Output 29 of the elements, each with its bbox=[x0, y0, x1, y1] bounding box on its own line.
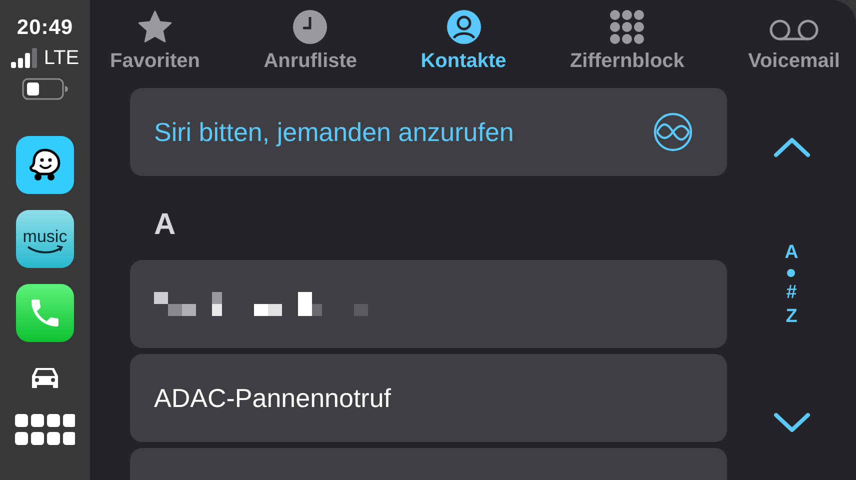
signal-icon bbox=[10, 48, 39, 68]
car-icon[interactable] bbox=[30, 366, 60, 390]
contact-row[interactable]: ADAC-Pannennotruf bbox=[130, 354, 727, 442]
contact-row[interactable] bbox=[130, 260, 727, 348]
siri-icon bbox=[653, 112, 693, 152]
index-dot[interactable] bbox=[787, 269, 796, 277]
star-icon bbox=[137, 10, 174, 44]
tab[interactable]: Favoriten bbox=[104, 0, 206, 88]
clock-icon bbox=[293, 10, 328, 44]
tab[interactable]: Voicemail bbox=[742, 0, 846, 88]
phone-app-icon[interactable] bbox=[16, 284, 74, 342]
tab[interactable]: Kontakte bbox=[414, 0, 512, 88]
waze-app-icon[interactable] bbox=[16, 136, 74, 194]
music-app-icon[interactable]: music bbox=[16, 210, 74, 268]
siri-call-button[interactable]: Siri bitten, jemanden anzurufen bbox=[130, 88, 727, 176]
index-letter[interactable]: A bbox=[784, 242, 798, 264]
tab[interactable]: Anrufliste bbox=[258, 0, 364, 88]
section-header: A bbox=[154, 208, 176, 241]
tab[interactable]: Ziffernblock bbox=[564, 0, 690, 88]
index-letter[interactable]: Z bbox=[786, 306, 798, 328]
scroll-down-icon[interactable] bbox=[772, 412, 810, 434]
keypad-icon bbox=[610, 10, 644, 44]
scroll-up-icon[interactable] bbox=[772, 136, 810, 158]
index-letter[interactable]: # bbox=[786, 282, 797, 304]
battery-icon bbox=[22, 78, 68, 100]
network-type: LTE bbox=[44, 48, 80, 68]
app-grid-icon[interactable] bbox=[15, 414, 75, 446]
status-time: 20:49 bbox=[16, 16, 74, 40]
person-icon bbox=[446, 10, 480, 44]
